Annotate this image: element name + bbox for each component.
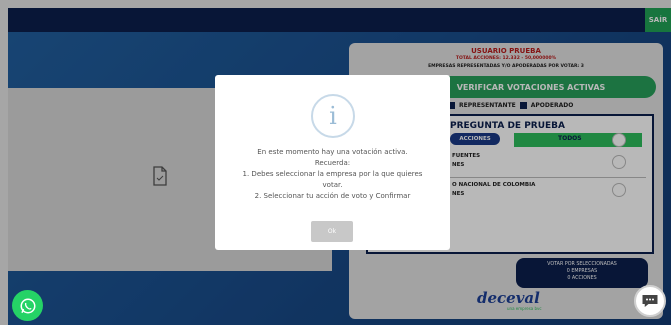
active-vote-dialog: i En este momento hay una votación activ… [215,75,450,250]
dialog-message: En este momento hay una votación activa.… [233,147,432,202]
dialog-line-5: 2. Seleccionar tu acción de voto y Confi… [254,192,411,200]
info-icon: i [311,94,355,138]
dialog-line-2: Recuerda: [314,159,351,167]
chat-glyph [642,295,658,307]
dialog-line-1: En este momento hay una votación activa. [257,148,408,156]
whatsapp-glyph [20,298,35,313]
dialog-line-4: votar. [322,181,343,189]
whatsapp-icon[interactable] [12,290,43,321]
chat-icon[interactable] [634,285,666,317]
ok-button[interactable]: Ok [311,221,353,242]
dialog-line-3: 1. Debes seleccionar la empresa por la q… [242,170,423,178]
